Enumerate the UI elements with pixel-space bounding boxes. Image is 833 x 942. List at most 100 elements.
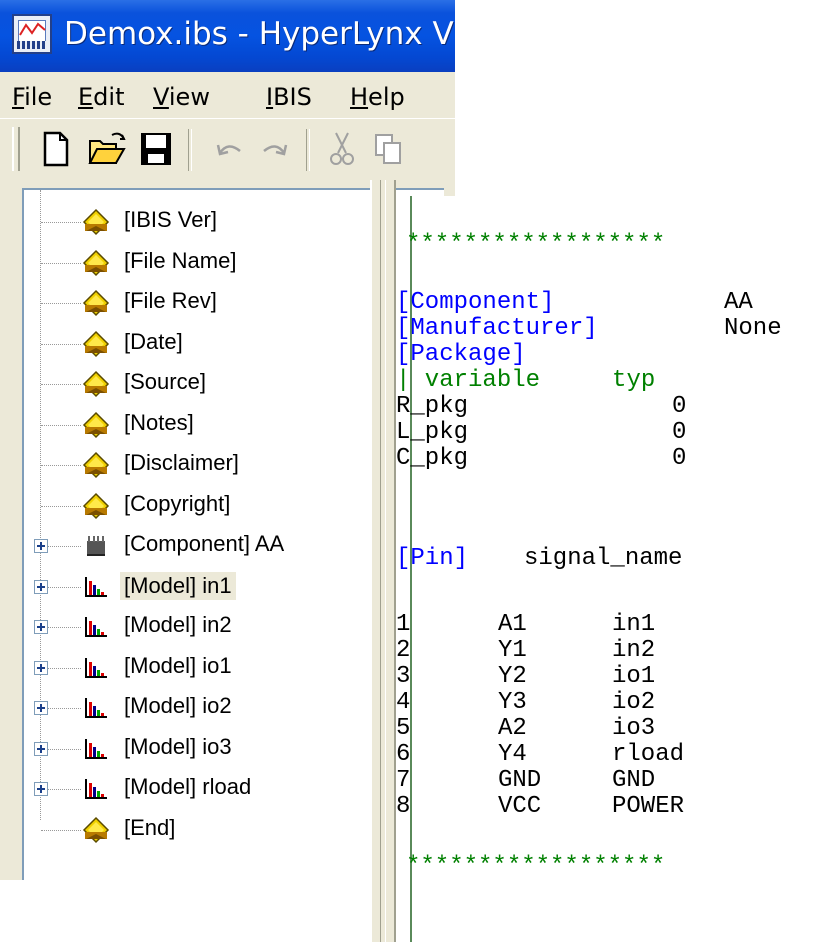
- tree-item-label: [IBIS Ver]: [124, 207, 217, 232]
- new-file-icon[interactable]: [36, 127, 76, 171]
- pin-model: rload: [612, 741, 685, 768]
- cut-icon[interactable]: [322, 127, 362, 171]
- title-bar[interactable]: Demox.ibs - HyperLynx V: [0, 0, 455, 72]
- tree-item-label: [End]: [124, 814, 176, 840]
- r-pkg-value: 0: [672, 393, 687, 420]
- tree-item[interactable]: [Model] io2: [24, 688, 384, 728]
- pin-number: 7: [396, 767, 411, 794]
- tree-item[interactable]: [Component] AA: [24, 526, 384, 566]
- keyword-icon: [82, 370, 110, 398]
- toolbar-grip[interactable]: [12, 127, 20, 171]
- tree-item-label: [Disclaimer]: [124, 450, 239, 475]
- pin-number: 6: [396, 741, 411, 768]
- tree-item[interactable]: [File Rev]: [24, 283, 384, 323]
- tree-item[interactable]: [Date]: [24, 324, 384, 364]
- tree-item[interactable]: [Disclaimer]: [24, 445, 384, 485]
- pin-model: io1: [612, 663, 656, 690]
- expand-icon[interactable]: [34, 660, 48, 675]
- app-icon[interactable]: [12, 14, 52, 54]
- save-icon[interactable]: [136, 127, 176, 171]
- expand-icon[interactable]: [34, 701, 48, 715]
- model-chart-icon: [82, 775, 110, 803]
- expand-icon[interactable]: [34, 741, 48, 756]
- menu-help[interactable]: Help: [350, 83, 405, 111]
- c-pkg-value: 0: [672, 445, 687, 472]
- menu-view[interactable]: View: [153, 83, 210, 111]
- tree-item-label: [Model] io2: [124, 693, 232, 718]
- pin-header: signal_name: [524, 545, 683, 572]
- pin-signal: Y3: [498, 689, 527, 716]
- component-keyword: [Component]: [396, 289, 555, 316]
- manufacturer-value: None: [724, 315, 782, 342]
- tree-item-label: [Component] AA: [124, 531, 285, 556]
- tree-item[interactable]: [End]: [24, 810, 384, 850]
- keyword-icon: [82, 289, 110, 317]
- tree-item-label: [Model] io3: [124, 733, 232, 759]
- pane-splitter[interactable]: [370, 180, 396, 942]
- toolbar: [0, 118, 455, 181]
- tree-item[interactable]: [IBIS Ver]: [24, 202, 384, 242]
- keyword-icon: [82, 330, 110, 358]
- l-pkg-value: 0: [672, 419, 687, 446]
- pin-model: GND: [612, 767, 656, 794]
- model-chart-icon: [82, 613, 110, 641]
- pin-signal: Y4: [498, 741, 527, 768]
- model-chart-icon: [82, 694, 110, 722]
- tree-item[interactable]: [Model] io1: [24, 648, 384, 688]
- tree-item-label: [Model] io1: [124, 652, 232, 678]
- pin-model: io3: [612, 715, 656, 742]
- tree-item[interactable]: [File Name]: [24, 243, 384, 283]
- keyword-icon: [82, 411, 110, 439]
- menu-edit[interactable]: Edit: [78, 83, 124, 111]
- c-pkg-label: C_pkg: [396, 445, 469, 472]
- tree-item-label: [Date]: [124, 328, 183, 354]
- ibis-text-editor[interactable]: ****************** [Component] AA [Manuf…: [396, 196, 833, 942]
- tree-item[interactable]: [Model] in2: [24, 607, 384, 647]
- expand-icon[interactable]: [34, 539, 48, 553]
- chip-icon: [82, 532, 110, 560]
- menu-bar: File Edit View IBIS Help: [0, 72, 455, 118]
- pin-signal: A2: [498, 715, 527, 742]
- keyword-icon: [82, 249, 110, 277]
- separator-line: ******************: [406, 231, 666, 258]
- tree-item[interactable]: [Model] io3: [24, 729, 384, 769]
- keyword-icon: [82, 816, 110, 844]
- pin-number: 2: [396, 637, 411, 664]
- pin-signal: GND: [498, 767, 542, 794]
- pin-number: 3: [396, 663, 411, 690]
- copy-icon[interactable]: [370, 127, 410, 171]
- tree-item-label: [Model] in2: [124, 612, 232, 637]
- tree-item-label: [Model] in1: [120, 571, 236, 600]
- keyword-icon: [82, 208, 110, 236]
- pin-signal: A1: [498, 611, 527, 638]
- window-title: Demox.ibs - HyperLynx V: [64, 16, 454, 52]
- pin-number: 8: [396, 793, 411, 820]
- pin-number: 4: [396, 689, 411, 716]
- keyword-icon: [82, 492, 110, 520]
- toolbar-separator: [306, 129, 310, 171]
- tree-item[interactable]: [Notes]: [24, 405, 384, 445]
- separator-line: ******************: [406, 853, 666, 880]
- tree-item-label: [Notes]: [124, 409, 194, 435]
- expand-icon[interactable]: [34, 579, 48, 594]
- menu-ibis[interactable]: IBIS: [266, 83, 312, 111]
- keyword-icon: [82, 451, 110, 479]
- tree-item[interactable]: [Model] in1: [24, 567, 384, 607]
- pin-number: 1: [396, 611, 411, 638]
- expand-icon[interactable]: [34, 782, 48, 796]
- pin-model: io2: [612, 689, 656, 716]
- pin-signal: Y2: [498, 663, 527, 690]
- tree-item[interactable]: [Copyright]: [24, 486, 384, 526]
- tree-item[interactable]: [Source]: [24, 364, 384, 404]
- r-pkg-label: R_pkg: [396, 393, 469, 420]
- undo-icon[interactable]: [210, 127, 250, 171]
- expand-icon[interactable]: [34, 620, 48, 634]
- open-folder-icon[interactable]: [86, 127, 126, 171]
- pin-signal: VCC: [498, 793, 542, 820]
- tree-item-label: [Model] rload: [124, 774, 252, 799]
- redo-icon[interactable]: [254, 127, 294, 171]
- tree-item-label: [File Name]: [124, 247, 237, 273]
- tree-item[interactable]: [Model] rload: [24, 769, 384, 809]
- package-keyword: [Package]: [396, 341, 526, 368]
- menu-file[interactable]: File: [12, 83, 52, 111]
